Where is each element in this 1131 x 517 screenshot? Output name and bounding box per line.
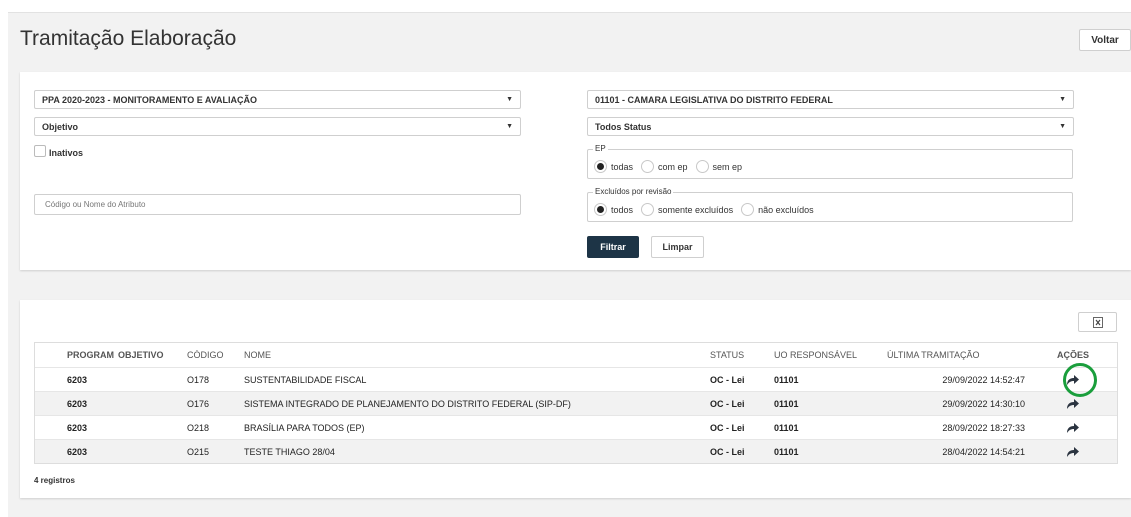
col-header-ultima[interactable]: ÚLTIMA TRAMITAÇÃO (883, 350, 1025, 360)
cell-codigo: O176 (187, 398, 210, 409)
share-arrow-icon[interactable] (1066, 446, 1080, 458)
col-header-programa[interactable]: PROGRAMA (35, 350, 114, 360)
cell-programa: 6203 (67, 398, 88, 409)
share-arrow-icon[interactable] (1066, 422, 1080, 434)
excluidos-option-label: não excluídos (758, 204, 814, 215)
ep-option-sem-ep[interactable]: sem ep (695, 160, 743, 173)
results-table: PROGRAMA OBJETIVO CÓDIGO NOME STATUS UO … (34, 342, 1118, 464)
chevron-down-icon: ▼ (506, 123, 513, 130)
inativos-checkbox[interactable] (34, 145, 46, 157)
record-count: 4 registros (34, 476, 75, 485)
ep-option-label: sem ep (712, 161, 743, 172)
table-row: 6203 O176 SISTEMA INTEGRADO DE PLANEJAME… (35, 391, 1117, 415)
cell-uo: 01101 (774, 398, 799, 409)
radio-checked-icon[interactable] (594, 203, 607, 216)
cell-status: OC - Lei (710, 422, 745, 433)
ep-radio-group: todas com ep sem ep (594, 160, 750, 173)
table-row: 6203 O218 BRASÍLIA PARA TODOS (EP) OC - … (35, 415, 1117, 439)
cell-acoes (1025, 446, 1117, 458)
cell-uo: 01101 (774, 374, 799, 385)
inativos-label: Inativos (49, 148, 84, 158)
status-select[interactable]: Todos Status ▼ (587, 117, 1074, 136)
radio-icon[interactable] (695, 160, 709, 173)
search-input[interactable]: Código ou Nome do Atributo (34, 194, 521, 215)
table-header-row: PROGRAMA OBJETIVO CÓDIGO NOME STATUS UO … (35, 343, 1117, 367)
cell-nome: SISTEMA INTEGRADO DE PLANEJAMENTO DO DIS… (244, 398, 571, 409)
ppa-select[interactable]: PPA 2020-2023 - MONITORAMENTO E AVALIAÇÃ… (34, 90, 521, 109)
status-select-value: Todos Status (595, 121, 652, 132)
radio-checked-icon[interactable] (594, 160, 607, 173)
tipo-select[interactable]: Objetivo ▼ (34, 117, 521, 136)
radio-icon[interactable] (741, 203, 755, 216)
uo-select-value: 01101 - CAMARA LEGISLATIVA DO DISTRITO F… (595, 94, 833, 105)
cell-status: OC - Lei (710, 398, 745, 409)
filter-panel: PPA 2020-2023 - MONITORAMENTO E AVALIAÇÃ… (20, 72, 1131, 270)
cell-ultima: 28/04/2022 14:54:21 (942, 446, 1025, 457)
col-header-acoes: AÇÕES (1056, 350, 1089, 360)
cell-programa: 6203 (67, 374, 88, 385)
chevron-down-icon: ▼ (506, 96, 513, 103)
table-row: 6203 O215 TESTE THIAGO 28/04 OC - Lei 01… (35, 439, 1117, 463)
cell-ultima: 29/09/2022 14:52:47 (942, 374, 1025, 385)
cell-nome: TESTE THIAGO 28/04 (244, 446, 335, 457)
cell-ultima: 29/09/2022 14:30:10 (942, 398, 1025, 409)
export-excel-button[interactable] (1078, 312, 1117, 332)
page-title: Tramitação Elaboração (20, 27, 237, 50)
col-header-status[interactable]: STATUS (706, 350, 770, 360)
cell-codigo: O178 (187, 374, 210, 385)
cell-codigo: O218 (187, 422, 210, 433)
cell-programa: 6203 (67, 446, 88, 457)
col-header-nome[interactable]: NOME (240, 350, 706, 360)
cell-acoes (1025, 398, 1117, 410)
radio-icon[interactable] (641, 160, 655, 173)
excluidos-legend: Excluídos por revisão (593, 187, 674, 196)
excluidos-option-nao[interactable]: não excluídos (741, 203, 814, 216)
cell-status: OC - Lei (710, 374, 745, 385)
excluidos-radio-group: todos somente excluídos não excluídos (594, 203, 822, 216)
ep-option-com-ep[interactable]: com ep (641, 160, 688, 173)
table-row: 6203 O178 SUSTENTABILIDADE FISCAL OC - L… (35, 367, 1117, 391)
inativos-checkbox-row[interactable]: Inativos (34, 138, 83, 158)
ep-option-label: todas (611, 161, 634, 172)
ep-fieldset: EP todas com ep sem ep (587, 144, 1073, 179)
excluidos-option-label: somente excluídos (658, 204, 734, 215)
tipo-select-value: Objetivo (42, 121, 79, 132)
excluidos-option-todos[interactable]: todos (594, 203, 633, 216)
voltar-button[interactable]: Voltar (1079, 29, 1131, 51)
excluidos-fieldset: Excluídos por revisão todos somente excl… (587, 187, 1073, 222)
col-header-objetivo[interactable]: OBJETIVO (114, 350, 183, 360)
cell-nome: SUSTENTABILIDADE FISCAL (244, 374, 367, 385)
ep-legend: EP (593, 144, 608, 153)
filtrar-button[interactable]: Filtrar (587, 236, 639, 258)
cell-programa: 6203 (67, 422, 88, 433)
col-header-codigo[interactable]: CÓDIGO (183, 350, 240, 360)
results-panel: PROGRAMA OBJETIVO CÓDIGO NOME STATUS UO … (20, 300, 1131, 498)
excluidos-option-label: todos (611, 204, 634, 215)
chevron-down-icon: ▼ (1059, 96, 1066, 103)
cell-acoes (1025, 422, 1117, 434)
highlight-circle (1063, 363, 1097, 397)
cell-uo: 01101 (774, 422, 799, 433)
cell-ultima: 28/09/2022 18:27:33 (942, 422, 1025, 433)
excel-export-icon (1092, 316, 1103, 328)
uo-select[interactable]: 01101 - CAMARA LEGISLATIVA DO DISTRITO F… (587, 90, 1074, 109)
cell-nome: BRASÍLIA PARA TODOS (EP) (244, 422, 365, 433)
excluidos-option-somente[interactable]: somente excluídos (641, 203, 733, 216)
cell-status: OC - Lei (710, 446, 745, 457)
limpar-button[interactable]: Limpar (651, 236, 704, 258)
cell-codigo: O215 (187, 446, 210, 457)
chevron-down-icon: ▼ (1059, 123, 1066, 130)
col-header-uo[interactable]: UO RESPONSÁVEL (770, 350, 883, 360)
ppa-select-value: PPA 2020-2023 - MONITORAMENTO E AVALIAÇÃ… (42, 94, 258, 105)
cell-uo: 01101 (774, 446, 799, 457)
share-arrow-icon[interactable] (1066, 398, 1080, 410)
ep-option-todas[interactable]: todas (594, 160, 633, 173)
ep-option-label: com ep (658, 161, 688, 172)
radio-icon[interactable] (641, 203, 655, 216)
